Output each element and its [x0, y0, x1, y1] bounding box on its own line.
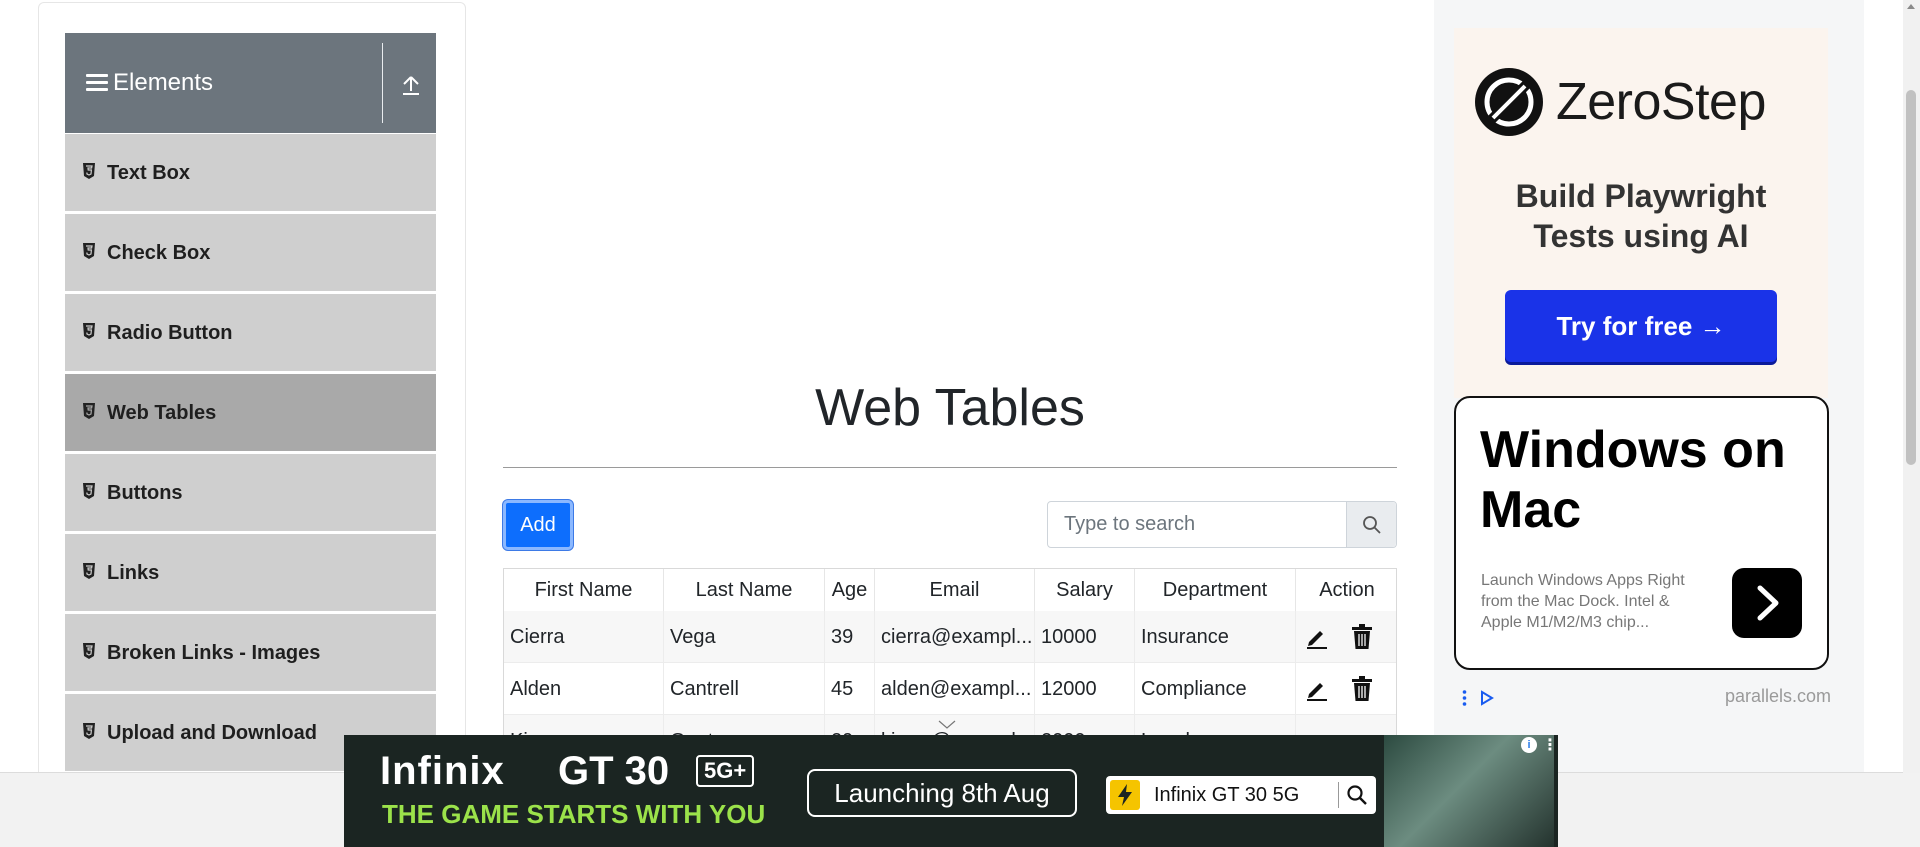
- cell-salary: 12000: [1035, 663, 1135, 715]
- add-button[interactable]: Add: [503, 500, 573, 550]
- adchoices-icon[interactable]: [1462, 688, 1496, 708]
- search-icon: [1347, 785, 1367, 805]
- html5-icon: [83, 243, 95, 259]
- sidebar-item-label: Check Box: [107, 242, 211, 264]
- sidebar-item-links[interactable]: Links: [65, 533, 436, 611]
- cell-first-name: Cierra: [504, 611, 664, 663]
- header-divider: [382, 43, 383, 123]
- cell-age: 45: [825, 663, 875, 715]
- cell-salary: 10000: [1035, 611, 1135, 663]
- ad-menu-icon[interactable]: ⋮: [1542, 735, 1558, 755]
- cell-age: 39: [825, 611, 875, 663]
- upload-icon[interactable]: [400, 73, 422, 97]
- edit-icon[interactable]: [1305, 677, 1329, 701]
- search-input[interactable]: [1048, 502, 1346, 547]
- title-divider: [503, 467, 1397, 468]
- cell-last-name: Cantrell: [664, 663, 825, 715]
- table-row: Alden Cantrell 45 alden@exampl... 12000 …: [504, 663, 1396, 715]
- html5-icon: [83, 163, 95, 179]
- banner-model: GT 30: [558, 749, 670, 793]
- sidebar-item-radio-button[interactable]: Radio Button: [65, 293, 436, 371]
- banner-brand: Infinix: [380, 749, 505, 793]
- zerostep-tagline: Build Playwright Tests using AI: [1454, 176, 1828, 256]
- edit-icon[interactable]: [1305, 625, 1329, 649]
- sidebar-item-buttons[interactable]: Buttons: [65, 453, 436, 531]
- parallels-domain[interactable]: parallels.com: [1725, 686, 1831, 707]
- cell-last-name: Vega: [664, 611, 825, 663]
- scroll-up-arrow-icon[interactable]: [1907, 4, 1915, 9]
- html5-icon: [83, 323, 95, 339]
- column-header-first-name[interactable]: First Name: [504, 569, 664, 611]
- menu-icon: [86, 74, 108, 92]
- delete-icon[interactable]: [1351, 624, 1373, 650]
- cell-email: alden@exampl...: [875, 663, 1035, 715]
- cell-department: Insurance: [1135, 611, 1296, 663]
- zerostep-logo-icon: [1475, 68, 1543, 136]
- banner-badge: 5G+: [696, 755, 755, 787]
- banner-launch: Launching 8th Aug: [807, 769, 1077, 817]
- cell-first-name: Alden: [504, 663, 664, 715]
- table-header: First Name Last Name Age Email Salary De…: [504, 569, 1396, 611]
- sidebar-item-check-box[interactable]: Check Box: [65, 213, 436, 291]
- infinix-banner-ad[interactable]: Infinix GT 30 5G+ THE GAME STARTS WITH Y…: [344, 735, 1558, 847]
- zerostep-tagline-line1: Build Playwright: [1515, 178, 1767, 214]
- elements-group-header[interactable]: Elements: [65, 33, 436, 133]
- html5-icon: [83, 643, 95, 659]
- column-header-age[interactable]: Age: [825, 569, 875, 611]
- banner-search-text: Infinix GT 30 5G: [1154, 784, 1300, 806]
- banner-search-divider: [1338, 782, 1339, 808]
- column-header-department[interactable]: Department: [1135, 569, 1296, 611]
- sidebar-item-label: Radio Button: [107, 322, 233, 344]
- chevron-right-icon: [1757, 585, 1779, 621]
- group-title: Elements: [113, 69, 214, 96]
- column-header-salary[interactable]: Salary: [1035, 569, 1135, 611]
- search-box: [1047, 501, 1397, 548]
- html5-icon: [83, 403, 95, 419]
- zerostep-tagline-line2: Tests using AI: [1533, 218, 1749, 254]
- sidebar-item-label: Broken Links - Images: [107, 642, 321, 664]
- sidebar-item-label: Web Tables: [107, 402, 217, 424]
- sidebar-item-text-box[interactable]: Text Box: [65, 133, 436, 211]
- sidebar-item-label: Text Box: [107, 162, 190, 184]
- ad-info-icon[interactable]: i: [1521, 737, 1537, 753]
- sidebar-item-label: Upload and Download: [107, 722, 317, 744]
- column-header-email[interactable]: Email: [875, 569, 1035, 611]
- lightning-icon: [1110, 780, 1140, 810]
- banner-search-box: Infinix GT 30 5G: [1106, 776, 1376, 814]
- page-title: Web Tables: [815, 379, 1085, 437]
- column-header-last-name[interactable]: Last Name: [664, 569, 825, 611]
- sidebar-item-label: Buttons: [107, 482, 183, 504]
- sidebar-item-web-tables[interactable]: Web Tables: [65, 373, 436, 451]
- html5-icon: [83, 483, 95, 499]
- scrollbar-thumb[interactable]: [1906, 90, 1916, 465]
- html5-icon: [83, 723, 95, 739]
- table-row: Cierra Vega 39 cierra@exampl... 10000 In…: [504, 611, 1396, 663]
- try-for-free-button[interactable]: Try for free →: [1505, 290, 1777, 362]
- parallels-arrow-button[interactable]: [1732, 568, 1802, 638]
- chevron-down-icon[interactable]: [938, 720, 956, 730]
- sidebar-item-broken-links[interactable]: Broken Links - Images: [65, 613, 436, 691]
- parallels-description: Launch Windows Apps Right from the Mac D…: [1481, 572, 1685, 631]
- parallels-headline: Windows on Mac: [1480, 421, 1786, 539]
- search-icon: [1363, 516, 1381, 534]
- cell-department: Compliance: [1135, 663, 1296, 715]
- delete-icon[interactable]: [1351, 676, 1373, 702]
- sidebar-item-label: Links: [107, 562, 160, 584]
- banner-slogan: THE GAME STARTS WITH YOU: [382, 799, 766, 829]
- column-header-action[interactable]: Action: [1296, 569, 1396, 611]
- html5-icon: [83, 563, 95, 579]
- search-button[interactable]: [1346, 502, 1396, 547]
- web-table: First Name Last Name Age Email Salary De…: [503, 568, 1397, 738]
- cell-email: cierra@exampl...: [875, 611, 1035, 663]
- zerostep-brand: ZeroStep: [1556, 73, 1766, 131]
